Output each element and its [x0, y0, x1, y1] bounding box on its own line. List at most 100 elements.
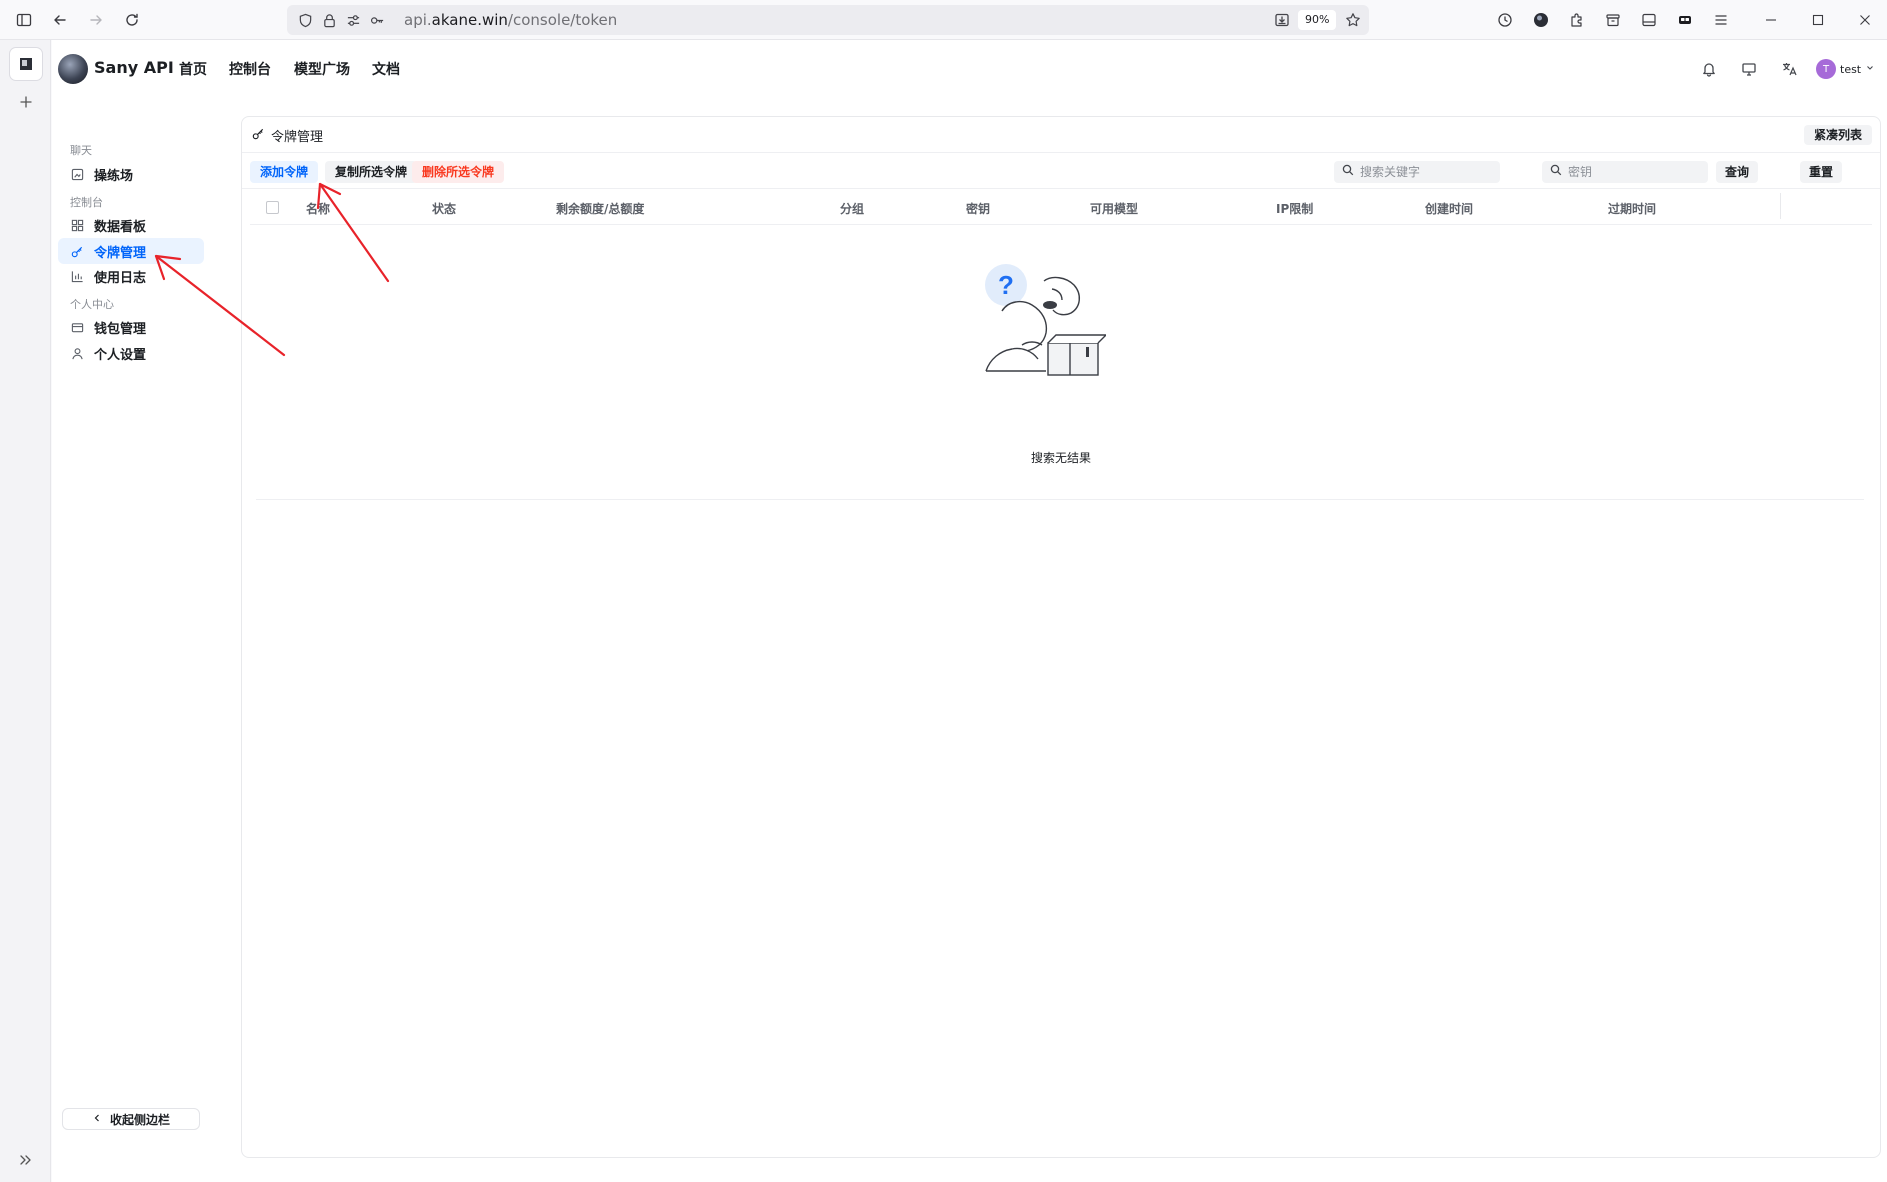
reset-button[interactable]: 重置: [1800, 161, 1843, 183]
sidebar-item-label: 钱包管理: [94, 321, 147, 337]
maximize-icon[interactable]: [1806, 8, 1830, 32]
key-search[interactable]: [1542, 161, 1708, 183]
delete-selected-tokens-button[interactable]: 删除所选令牌: [412, 161, 505, 183]
browser-toolbar: api.akane.win/console/token 90%: [0, 0, 1887, 40]
sidebar-item-token-management[interactable]: 令牌管理: [58, 238, 204, 264]
nav-docs[interactable]: 文档: [372, 59, 400, 79]
sidebar-item-wallet[interactable]: 钱包管理: [58, 314, 204, 340]
card-header: 令牌管理 紧凑列表: [242, 117, 1880, 153]
query-button[interactable]: 查询: [1716, 161, 1759, 183]
language-icon[interactable]: [1777, 57, 1801, 81]
chevron-left-icon: [92, 1112, 102, 1126]
avatar: T: [1816, 59, 1836, 79]
copy-selected-tokens-button[interactable]: 复制所选令牌: [325, 161, 418, 183]
column-expire-time[interactable]: 过期时间: [1608, 200, 1656, 217]
extensions-icon[interactable]: [1565, 8, 1589, 32]
keyword-search[interactable]: [1334, 161, 1500, 183]
sidebar-section-personal: 个人中心: [70, 298, 114, 311]
url-prefix: api.: [404, 11, 432, 29]
nav-home[interactable]: 首页: [179, 59, 207, 79]
address-bar[interactable]: api.akane.win/console/token 90%: [287, 5, 1369, 35]
key-search-input[interactable]: [1568, 165, 1698, 179]
reload-icon[interactable]: [120, 8, 144, 32]
sidebar-item-label: 使用日志: [94, 270, 147, 286]
wallet-icon: [70, 320, 84, 334]
column-available-models[interactable]: 可用模型: [1090, 200, 1138, 217]
reader-view-icon[interactable]: [1637, 8, 1661, 32]
column-group[interactable]: 分组: [840, 200, 864, 217]
select-all-checkbox[interactable]: [266, 201, 279, 214]
monitor-icon[interactable]: [1737, 57, 1761, 81]
user-menu[interactable]: T test: [1816, 56, 1875, 82]
column-ip-restriction[interactable]: IP限制: [1276, 200, 1313, 217]
brand-logo[interactable]: [58, 54, 88, 84]
new-tab-icon[interactable]: [14, 90, 38, 114]
sidebar-item-dashboard[interactable]: 数据看板: [58, 212, 204, 238]
minimize-icon[interactable]: [1759, 8, 1783, 32]
key-icon: [252, 127, 265, 144]
chevron-down-icon: [1865, 61, 1875, 77]
url-host: akane.win: [431, 11, 508, 29]
page-title: 令牌管理: [252, 126, 323, 145]
empty-search-illustration: ?: [985, 264, 1106, 376]
column-name[interactable]: 名称: [306, 200, 330, 217]
sidebar-item-usage-logs[interactable]: 使用日志: [58, 263, 204, 289]
close-icon[interactable]: [1853, 8, 1877, 32]
column-divider: [1780, 193, 1781, 219]
column-key[interactable]: 密钥: [966, 200, 990, 217]
url-path: /console/token: [507, 11, 618, 29]
history-icon[interactable]: [1493, 8, 1517, 32]
chart-icon: [70, 269, 84, 283]
nav-console[interactable]: 控制台: [229, 59, 271, 79]
collapse-sidebar-button[interactable]: 收起侧边栏: [62, 1108, 200, 1130]
collapse-sidebar-label: 收起侧边栏: [109, 1112, 170, 1127]
token-management-card: 令牌管理 紧凑列表 添加令牌 复制所选令牌 删除所选令牌 查询 重置: [241, 116, 1881, 1158]
install-icon[interactable]: [1270, 8, 1294, 32]
tab-groups-icon[interactable]: [1673, 8, 1697, 32]
zoom-level-badge[interactable]: 90%: [1298, 10, 1337, 30]
sidebar-section-chat: 聊天: [70, 144, 92, 157]
column-quota[interactable]: 剩余额度/总额度: [556, 200, 644, 217]
sidebar-item-label: 数据看板: [94, 219, 147, 235]
table-header: 名称 状态 剩余额度/总额度 分组 密钥 可用模型 IP限制 创建时间 过期时间: [250, 189, 1872, 225]
sidebar-section-console: 控制台: [70, 196, 103, 209]
tab-favicon[interactable]: [10, 48, 42, 80]
add-token-button[interactable]: 添加令牌: [250, 161, 319, 183]
sidebar-item-label: 操练场: [94, 168, 134, 184]
back-icon[interactable]: [48, 8, 72, 32]
column-created-time[interactable]: 创建时间: [1425, 200, 1473, 217]
container-icon[interactable]: [1601, 8, 1625, 32]
account-avatar-icon[interactable]: [1529, 8, 1553, 32]
url-text[interactable]: api.akane.win/console/token: [404, 11, 617, 29]
nav-model-plaza[interactable]: 模型广场: [294, 59, 350, 79]
bookmark-star-icon[interactable]: [1341, 8, 1365, 32]
column-status[interactable]: 状态: [432, 200, 456, 217]
forward-icon[interactable]: [84, 8, 108, 32]
empty-divider: [256, 499, 1864, 500]
key-icon: [70, 244, 84, 258]
bell-icon[interactable]: [1697, 57, 1721, 81]
sidebar-item-playground[interactable]: 操练场: [58, 161, 204, 187]
shield-icon[interactable]: [293, 8, 317, 32]
sidebar-toggle-icon[interactable]: [12, 8, 36, 32]
app-page: Sany API 首页 控制台 模型广场 文档 T test 聊天 操练场 控制…: [52, 40, 1887, 1182]
svg-text:?: ?: [998, 270, 1014, 300]
dashboard-icon: [70, 218, 84, 232]
brand-name[interactable]: Sany API: [94, 58, 174, 77]
empty-message: 搜索无结果: [1030, 451, 1091, 465]
browser-vertical-tabs: [0, 40, 51, 1182]
compact-list-button[interactable]: 紧凑列表: [1803, 125, 1872, 145]
keyword-search-input[interactable]: [1360, 165, 1490, 179]
sidebar-item-label: 个人设置: [94, 347, 147, 363]
search-icon: [1550, 164, 1562, 180]
top-navigation: Sany API 首页 控制台 模型广场 文档 T test: [52, 40, 1887, 98]
page-title-text: 令牌管理: [271, 130, 324, 145]
playground-icon: [70, 167, 84, 181]
expand-sidebar-icon[interactable]: [14, 1148, 38, 1172]
search-icon: [1342, 164, 1354, 180]
permissions-icon[interactable]: [341, 8, 365, 32]
menu-icon[interactable]: [1709, 8, 1733, 32]
sidebar-item-personal-settings[interactable]: 个人设置: [58, 340, 204, 366]
key-icon[interactable]: [365, 8, 389, 32]
lock-icon[interactable]: [317, 8, 341, 32]
